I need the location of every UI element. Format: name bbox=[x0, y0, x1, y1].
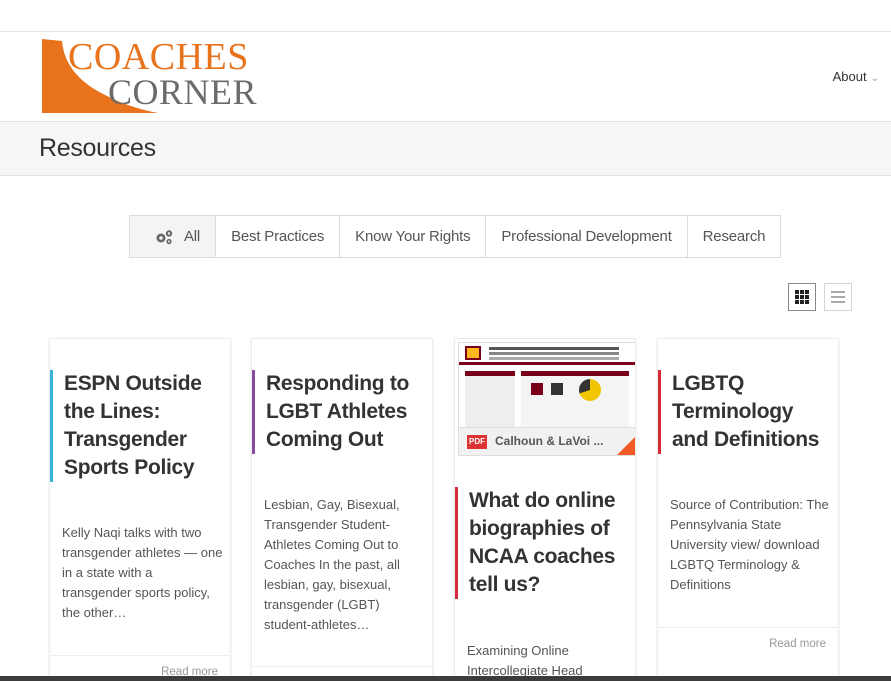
card-excerpt: Lesbian, Gay, Bisexual, Transgender Stud… bbox=[264, 497, 400, 632]
poster-column bbox=[465, 371, 515, 427]
pdf-icon: PDF bbox=[467, 435, 487, 449]
nav-about-label: About bbox=[832, 69, 867, 84]
pdf-thumbnail[interactable]: PDF Calhoun & LaVoi ... bbox=[458, 342, 635, 456]
resource-card[interactable]: PDF Calhoun & LaVoi ... What do online b… bbox=[454, 338, 636, 681]
filter-know-your-rights[interactable]: Know Your Rights bbox=[340, 216, 487, 257]
read-more-link[interactable]: Read more bbox=[658, 627, 838, 650]
card-title[interactable]: What do online biographies of NCAA coach… bbox=[455, 487, 635, 599]
filter-all-label: All bbox=[184, 228, 201, 245]
grid-view-button[interactable] bbox=[788, 283, 816, 311]
poster-pie-icon bbox=[579, 379, 601, 401]
resource-card[interactable]: ESPN Outside the Lines: Transgender Spor… bbox=[49, 338, 231, 681]
site-header: COACHES CORNER About ⌄ bbox=[0, 33, 891, 121]
poster-column bbox=[521, 371, 629, 427]
logo-word-corner: CORNER bbox=[108, 72, 258, 112]
read-more-link[interactable]: Read more bbox=[50, 655, 230, 678]
page-title: Resources bbox=[39, 134, 156, 162]
card-title[interactable]: ESPN Outside the Lines: Transgender Spor… bbox=[50, 370, 230, 482]
filter-professional-development[interactable]: Professional Development bbox=[486, 216, 688, 257]
category-filter-bar: All Best Practices Know Your Rights Prof… bbox=[129, 215, 782, 258]
site-logo[interactable]: COACHES CORNER bbox=[40, 36, 257, 115]
page-title-bar: Resources bbox=[0, 121, 891, 176]
card-excerpt: Source of Contribution: The Pennsylvania… bbox=[670, 497, 829, 592]
grid-icon bbox=[795, 290, 809, 304]
top-strip bbox=[0, 0, 891, 32]
nav-about[interactable]: About ⌄ bbox=[833, 69, 879, 84]
poster-header bbox=[459, 343, 635, 365]
card-title[interactable]: Responding to LGBT Athletes Coming Out bbox=[252, 370, 432, 454]
university-logo-icon bbox=[465, 346, 481, 360]
bottom-edge-bar bbox=[0, 676, 891, 681]
pdf-caption: Calhoun & LaVoi ... bbox=[495, 434, 604, 448]
gears-icon bbox=[156, 229, 173, 244]
list-icon bbox=[831, 291, 845, 303]
resource-card[interactable]: Responding to LGBT Athletes Coming Out L… bbox=[251, 338, 433, 681]
filter-all[interactable]: All bbox=[130, 216, 217, 257]
card-excerpt: Examining Online Intercollegiate Head bbox=[467, 643, 583, 678]
page-curl-icon bbox=[617, 437, 635, 455]
card-title[interactable]: LGBTQ Terminology and Definitions bbox=[658, 370, 838, 454]
poster-figure bbox=[551, 383, 563, 395]
chevron-down-icon: ⌄ bbox=[870, 73, 879, 84]
poster-figure bbox=[531, 383, 543, 395]
filter-research[interactable]: Research bbox=[688, 216, 781, 257]
list-view-button[interactable] bbox=[824, 283, 852, 311]
resource-card[interactable]: LGBTQ Terminology and Definitions Source… bbox=[657, 338, 839, 681]
filter-best-practices[interactable]: Best Practices bbox=[216, 216, 341, 257]
card-excerpt: Kelly Naqi talks with two transgender at… bbox=[62, 525, 223, 620]
poster-title-lines bbox=[489, 347, 619, 350]
pdf-caption-bar: PDF Calhoun & LaVoi ... bbox=[459, 427, 635, 455]
